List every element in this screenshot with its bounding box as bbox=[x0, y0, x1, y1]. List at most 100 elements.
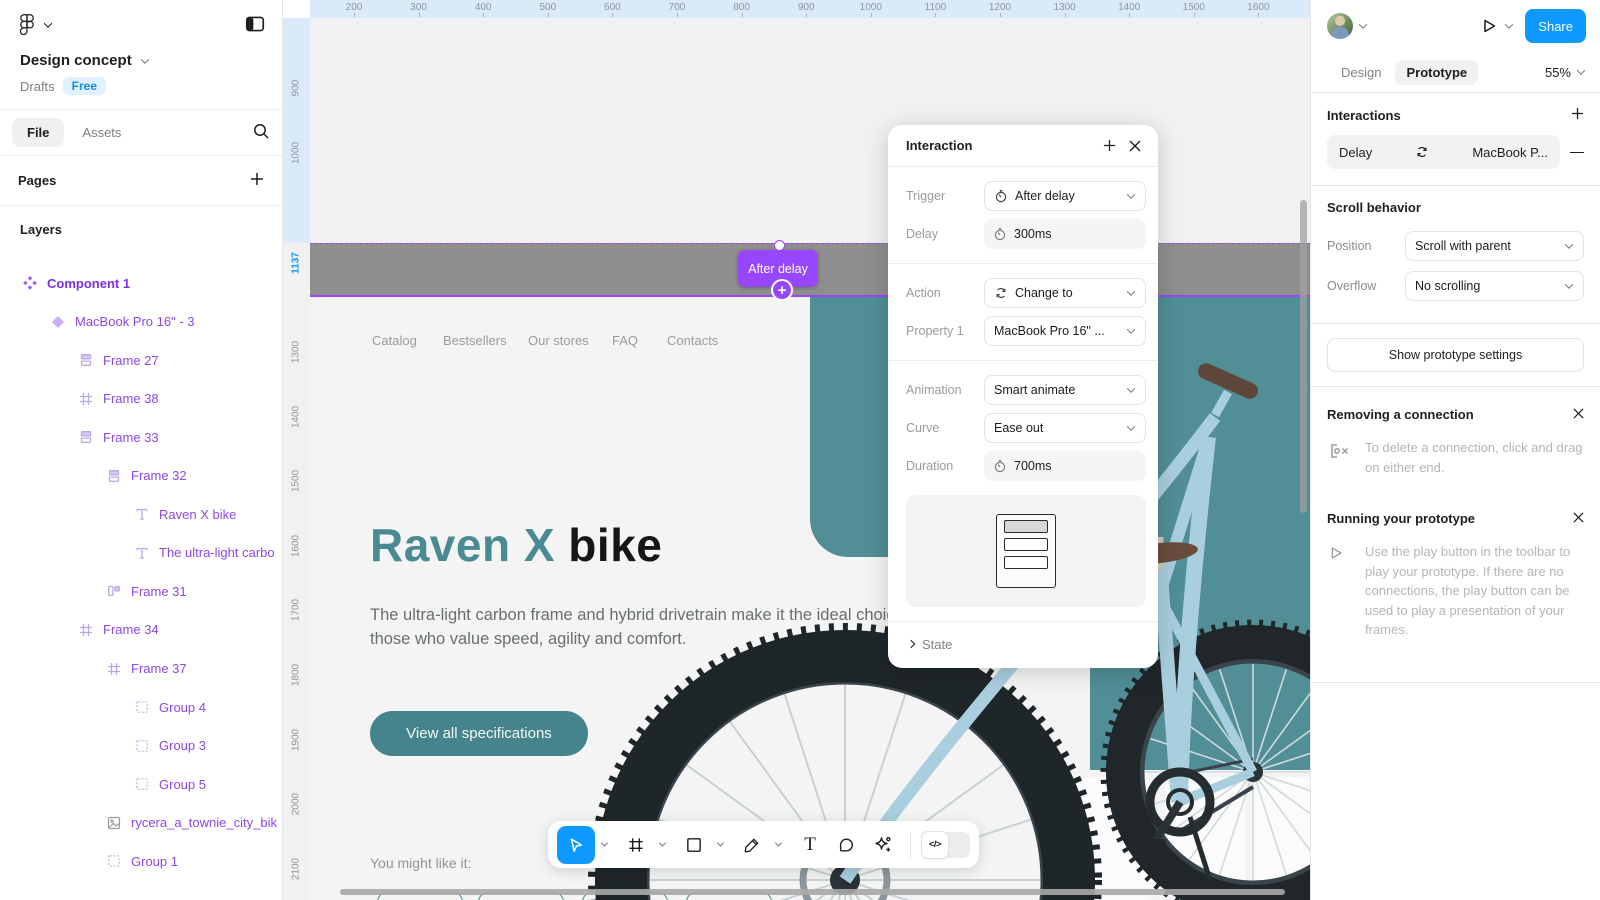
layer-macbook-pro-16-3[interactable]: MacBook Pro 16" - 3 bbox=[0, 309, 283, 335]
layer-frame-31[interactable]: Frame 31 bbox=[0, 578, 283, 604]
ruler-mark: 700 bbox=[669, 2, 686, 13]
layer-raven-x-bike[interactable]: Raven X bike bbox=[0, 501, 283, 527]
hero-title[interactable]: Raven X bike bbox=[370, 517, 662, 573]
delay-icon bbox=[993, 227, 1007, 241]
overflow-dropdown[interactable]: No scrolling bbox=[1405, 271, 1584, 301]
toggle-sidebar-icon[interactable] bbox=[244, 13, 266, 38]
pen-tool-chevron[interactable] bbox=[771, 826, 785, 864]
layer-component-1[interactable]: Component 1 bbox=[0, 270, 283, 296]
close-icon[interactable] bbox=[1573, 407, 1584, 422]
ruler-mark: 1500 bbox=[291, 470, 302, 492]
view-specifications-button[interactable]: View all specifications bbox=[370, 711, 588, 756]
layer-group-1[interactable]: Group 1 bbox=[0, 848, 283, 874]
move-tool[interactable] bbox=[557, 826, 595, 864]
comment-tool[interactable] bbox=[829, 826, 863, 864]
avatar[interactable] bbox=[1327, 13, 1353, 39]
add-interaction-icon[interactable] bbox=[1096, 133, 1122, 159]
add-interaction-icon[interactable] bbox=[1571, 107, 1584, 123]
alv-icon bbox=[106, 468, 122, 484]
layer-group-5[interactable]: Group 5 bbox=[0, 771, 283, 797]
search-icon[interactable] bbox=[252, 122, 270, 143]
running-prototype-title: Running your prototype bbox=[1327, 511, 1475, 526]
layer-label: Frame 32 bbox=[131, 468, 187, 483]
overflow-label: Overflow bbox=[1327, 279, 1405, 293]
product-card bbox=[1165, 777, 1245, 900]
ruler-mark: 1300 bbox=[291, 341, 302, 363]
share-button[interactable]: Share bbox=[1525, 9, 1586, 43]
site-nav-bestsellers[interactable]: Bestsellers bbox=[443, 333, 507, 348]
position-dropdown[interactable]: Scroll with parent bbox=[1405, 231, 1584, 261]
horizontal-scrollbar[interactable] bbox=[340, 889, 1285, 895]
close-icon[interactable] bbox=[1573, 511, 1584, 526]
shape-tool-chevron[interactable] bbox=[713, 826, 727, 864]
layer-frame-37[interactable]: Frame 37 bbox=[0, 656, 283, 682]
shape-tool[interactable] bbox=[677, 826, 711, 864]
connection-start-handle[interactable] bbox=[774, 240, 785, 251]
site-nav-catalog[interactable]: Catalog bbox=[372, 333, 417, 348]
removing-connection-body: To delete a connection, click and drag o… bbox=[1365, 438, 1584, 477]
change-to-icon bbox=[994, 286, 1008, 300]
removing-connection-title: Removing a connection bbox=[1327, 407, 1474, 422]
layer-frame-38[interactable]: Frame 38 bbox=[0, 386, 283, 412]
file-menu-chevron[interactable] bbox=[140, 55, 148, 63]
zoom-level[interactable]: 55% bbox=[1545, 65, 1584, 80]
state-expander[interactable]: State bbox=[906, 622, 1146, 668]
ruler-mark: 500 bbox=[539, 2, 556, 13]
actions-tool[interactable] bbox=[865, 826, 899, 864]
account-chevron[interactable] bbox=[1359, 20, 1367, 28]
frame-icon bbox=[78, 391, 94, 407]
layer-frame-27[interactable]: Frame 27 bbox=[0, 347, 283, 373]
action-dropdown[interactable]: Change to bbox=[984, 278, 1146, 308]
layer-label: Group 1 bbox=[131, 854, 178, 869]
add-connection-button[interactable]: + bbox=[771, 279, 793, 301]
file-name[interactable]: Design concept bbox=[0, 50, 282, 69]
wireframe-icon bbox=[996, 514, 1056, 588]
text-tool[interactable]: T bbox=[793, 826, 827, 864]
curve-dropdown[interactable]: Ease out bbox=[984, 413, 1146, 443]
frame-tool[interactable] bbox=[619, 826, 653, 864]
remove-interaction-icon[interactable] bbox=[1570, 152, 1584, 153]
move-tool-chevron[interactable] bbox=[597, 826, 611, 864]
interaction-row[interactable]: Delay MacBook P... bbox=[1327, 135, 1560, 169]
ruler-mark: 2000 bbox=[291, 793, 302, 815]
add-page-icon[interactable] bbox=[250, 172, 264, 189]
duration-input[interactable]: 700ms bbox=[984, 451, 1146, 481]
site-nav-faq[interactable]: FAQ bbox=[612, 333, 638, 348]
layer-the-ultra-light-carbo[interactable]: The ultra-light carbo bbox=[0, 540, 283, 566]
pen-tool[interactable] bbox=[735, 826, 769, 864]
tab-prototype[interactable]: Prototype bbox=[1395, 60, 1478, 85]
design-frame-content[interactable]: Catalog Bestsellers Our stores FAQ Contacts bbox=[310, 297, 1310, 900]
tab-file[interactable]: File bbox=[12, 118, 64, 147]
layer-group-3[interactable]: Group 3 bbox=[0, 733, 283, 759]
frame-tool-chevron[interactable] bbox=[655, 826, 669, 864]
duration-label: Duration bbox=[906, 459, 984, 473]
site-nav-contacts[interactable]: Contacts bbox=[667, 333, 718, 348]
ruler-selection-range bbox=[283, 18, 310, 243]
layer-frame-32[interactable]: Frame 32 bbox=[0, 463, 283, 489]
delay-input[interactable]: 300ms bbox=[984, 219, 1146, 249]
site-nav-our-stores[interactable]: Our stores bbox=[528, 333, 589, 348]
curve-label: Curve bbox=[906, 421, 984, 435]
trigger-dropdown[interactable]: After delay bbox=[984, 181, 1146, 211]
animation-dropdown[interactable]: Smart animate bbox=[984, 375, 1146, 405]
hero-description[interactable]: The ultra-light carbon frame and hybrid … bbox=[370, 603, 970, 651]
ruler-mark: 1000 bbox=[860, 2, 882, 13]
tab-design[interactable]: Design bbox=[1333, 60, 1389, 85]
layer-frame-34[interactable]: Frame 34 bbox=[0, 617, 283, 643]
play-options-chevron[interactable] bbox=[1505, 20, 1513, 28]
show-prototype-settings-button[interactable]: Show prototype settings bbox=[1327, 338, 1584, 372]
property-dropdown[interactable]: MacBook Pro 16" ... bbox=[984, 316, 1146, 346]
dev-mode-toggle[interactable]: </> bbox=[922, 832, 970, 858]
ruler-mark: 1800 bbox=[291, 664, 302, 686]
layer-frame-33[interactable]: Frame 33 bbox=[0, 424, 283, 450]
layer-group-4[interactable]: Group 4 bbox=[0, 694, 283, 720]
play-prototype-icon[interactable] bbox=[1479, 16, 1499, 36]
breadcrumb-project[interactable]: Drafts bbox=[20, 79, 55, 94]
hero-title-accent: Raven X bbox=[370, 519, 555, 571]
vertical-scrollbar[interactable] bbox=[1300, 200, 1307, 513]
dev-mode-icon: </> bbox=[922, 832, 948, 858]
layer-rycera-a-townie-city-bik[interactable]: rycera_a_townie_city_bik bbox=[0, 810, 283, 836]
figma-menu-icon[interactable] bbox=[16, 14, 51, 36]
close-icon[interactable] bbox=[1122, 133, 1148, 159]
tab-assets[interactable]: Assets bbox=[72, 118, 131, 147]
